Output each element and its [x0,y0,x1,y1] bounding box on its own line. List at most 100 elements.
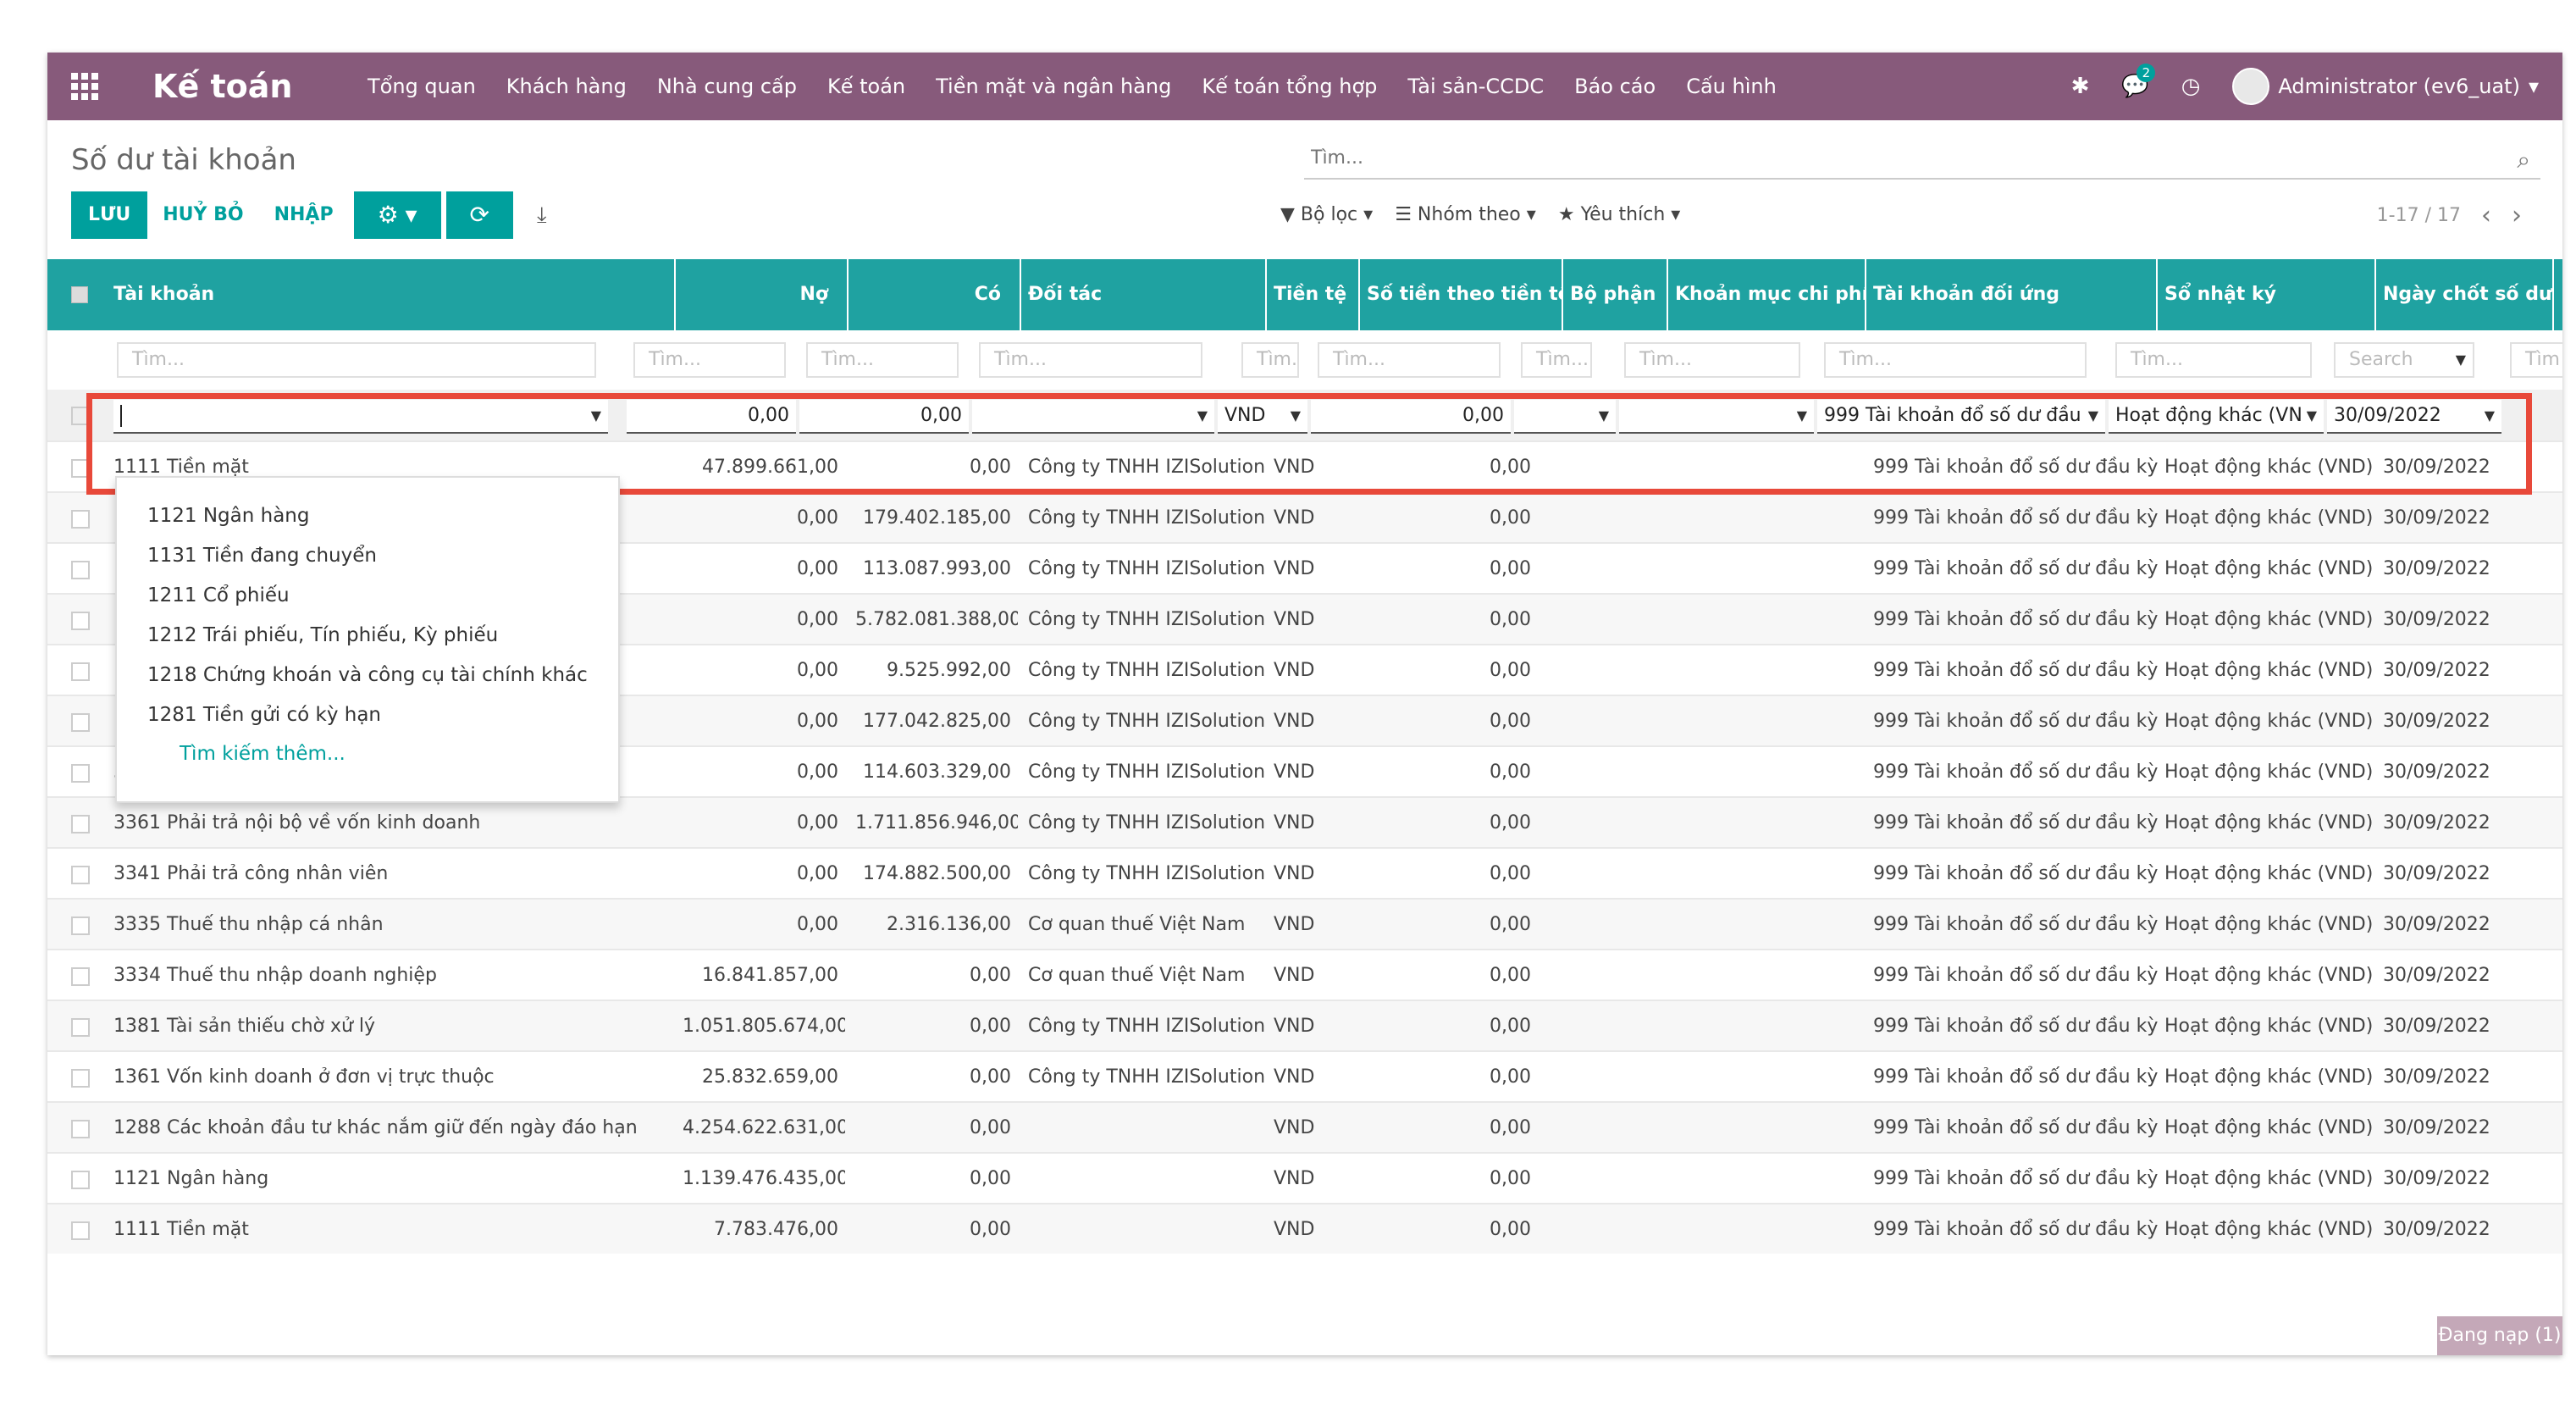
row-checkbox[interactable] [71,815,90,833]
menu-item-accounting[interactable]: Kế toán [812,53,920,120]
row-checkbox[interactable] [71,1069,90,1088]
table-row[interactable]: 1361 Vốn kinh doanh ở đơn vị trực thuộc 2… [47,1050,2562,1101]
partner-select[interactable]: ▼ [972,400,1214,434]
activity-clock-icon[interactable]: ◷ [2181,74,2201,99]
department-filter-input[interactable]: Tìm... [1521,342,1592,378]
favorites-dropdown[interactable]: ★ Yêu thích ▾ [1558,198,1681,232]
currency-select[interactable]: VND ▼ [1218,400,1307,434]
column-account[interactable]: Tài khoản [107,259,676,330]
expense-item-select[interactable]: ▼ [1619,400,1814,434]
pager-value[interactable]: 1-17 / 17 [2377,205,2461,226]
menu-item-configuration[interactable]: Cấu hình [1671,53,1792,120]
app-brand[interactable]: Kế toán [152,64,292,108]
row-checkbox[interactable] [71,459,90,478]
row-checkbox[interactable] [71,662,90,681]
column-currency[interactable]: Tiền tệ [1267,259,1360,330]
user-menu[interactable]: Administrator (ev6_uat) ▾ [2232,68,2539,105]
journal-select[interactable]: Hoạt động khác (VN ▼ [2109,400,2324,434]
table-row[interactable]: 3334 Thuế thu nhập doanh nghiệp 16.841.85… [47,949,2562,1000]
account-filter-input[interactable]: Tìm... [117,342,596,378]
table-row[interactable]: 3361 Phải trả nội bộ về vốn kinh doanh 0,… [47,796,2562,847]
column-counter-account[interactable]: Tài khoản đối ứng [1866,259,2158,330]
search-more-link[interactable]: Tìm kiếm thêm... [117,735,618,772]
row-checkbox[interactable] [71,764,90,783]
pager-previous-button[interactable]: ‹ [2481,201,2491,230]
refresh-button[interactable]: ⟳ [445,191,513,239]
date-filter-select[interactable]: Search ▼ [2334,342,2474,378]
table-row[interactable]: 3341 Phải trả công nhân viên 0,00 174.882.… [47,847,2562,898]
department-select[interactable]: ▼ [1514,400,1616,434]
table-row[interactable]: 1121 Ngân hàng 1.139.476.435,00 0,00 VND 0,0… [47,1152,2562,1203]
filters-dropdown[interactable]: ▼ Bộ lọc ▾ [1280,198,1373,232]
column-expense-item[interactable]: Khoản mục chi phí [1668,259,1866,330]
column-credit[interactable]: Có [849,259,1021,330]
table-row[interactable]: 3335 Thuế thu nhập cá nhân 0,00 2.316.136,… [47,898,2562,949]
row-checkbox[interactable] [71,967,90,986]
column-partner[interactable]: Đối tác [1021,259,1267,330]
menu-item-reports[interactable]: Báo cáo [1559,53,1671,120]
pager-next-button[interactable]: › [2512,201,2522,230]
row-checkbox[interactable] [71,713,90,732]
import-button[interactable]: NHẬP [259,191,349,239]
groupby-dropdown[interactable]: ☰ Nhóm theo ▾ [1395,198,1536,232]
menu-item-vendors[interactable]: Nhà cung cấp [642,53,812,120]
column-department[interactable]: Bộ phận [1563,259,1668,330]
dropdown-item[interactable]: 1211 Cổ phiếu [117,576,618,616]
bug-icon[interactable]: ✱ [2071,74,2090,99]
menu-item-overview[interactable]: Tổng quan [352,53,491,120]
expense-item-filter-input[interactable]: Tìm... [1624,342,1800,378]
dropdown-item[interactable]: 1131 Tiền đang chuyển [117,536,618,576]
messages-icon[interactable]: 💬 2 [2121,64,2156,99]
credit-input[interactable]: 0,00 [799,400,969,434]
debit-input[interactable]: 0,00 [627,400,796,434]
row-checkbox[interactable] [71,612,90,630]
entry-filter-input[interactable]: Tìm [2510,342,2562,378]
dropdown-item[interactable]: 1218 Chứng khoán và công cụ tài chính kh… [117,656,618,695]
dropdown-item[interactable]: 1281 Tiền gửi có kỳ hạn [117,695,618,735]
account-select[interactable]: ▼ [113,400,608,434]
column-entry[interactable]: Bút t [2554,259,2562,330]
apps-grid-icon[interactable] [71,73,98,100]
menu-item-general-accounting[interactable]: Kế toán tổng hợp [1186,53,1392,120]
amount-currency-input[interactable]: 0,00 [1311,400,1511,434]
row-checkbox[interactable] [71,510,90,529]
download-icon[interactable]: ⤓ [537,202,547,229]
entry-cell: KHAC [2554,544,2562,595]
credit-filter-input[interactable]: Tìm... [806,342,959,378]
journal-cell: Hoạt động khác (VND) [2164,558,2374,579]
search-input[interactable] [1304,137,2490,178]
table-row[interactable]: 1288 Các khoản đầu tư khác nắm giữ đến n… [47,1101,2562,1152]
journal-filter-input[interactable]: Tìm... [2115,342,2312,378]
currency-filter-input[interactable]: Tìm. [1241,342,1299,378]
row-checkbox[interactable] [71,1221,90,1240]
dropdown-item[interactable]: 1121 Ngân hàng [117,496,618,536]
row-checkbox[interactable] [71,1120,90,1138]
row-checkbox[interactable] [71,916,90,935]
row-checkbox[interactable] [71,561,90,579]
table-row[interactable]: 1381 Tài sản thiếu chờ xử lý 1.051.805.67… [47,1000,2562,1050]
column-debit[interactable]: Nợ [676,259,849,330]
counter-account-select[interactable]: 999 Tài khoản đổ số dư đầu ▼ [1817,400,2105,434]
search-icon[interactable]: ⌕ [2517,146,2530,174]
debit-filter-input[interactable]: Tìm... [633,342,786,378]
dropdown-item[interactable]: 1212 Trái phiếu, Tín phiếu, Kỳ phiếu [117,616,618,656]
counter-account-filter-input[interactable]: Tìm... [1824,342,2087,378]
row-checkbox[interactable] [71,1018,90,1037]
partner-filter-input[interactable]: Tìm... [979,342,1202,378]
table-row[interactable]: 1111 Tiền mặt 7.783.476,00 0,00 VND 0,00 999 … [47,1203,2562,1254]
column-date[interactable]: Ngày chốt số dư [2376,259,2554,330]
column-amount-currency[interactable]: Số tiền theo tiền tệ [1360,259,1563,330]
row-checkbox[interactable] [71,1171,90,1189]
select-all-checkbox[interactable] [71,286,88,303]
amount-currency-filter-input[interactable]: Tìm... [1318,342,1501,378]
save-button[interactable]: LƯU [71,191,148,239]
menu-item-cash-bank[interactable]: Tiền mặt và ngân hàng [920,53,1186,120]
row-checkbox[interactable] [71,866,90,884]
menu-item-customers[interactable]: Khách hàng [491,53,642,120]
column-journal[interactable]: Sổ nhật ký [2158,259,2376,330]
menu-item-assets[interactable]: Tài sản-CCDC [1392,53,1559,120]
row-checkbox[interactable] [71,407,90,425]
date-input[interactable]: 30/09/2022 ▼ [2327,400,2501,434]
discard-button[interactable]: HUỶ BỎ [147,191,258,239]
gear-dropdown-button[interactable]: ⚙ ▾ [353,191,441,239]
